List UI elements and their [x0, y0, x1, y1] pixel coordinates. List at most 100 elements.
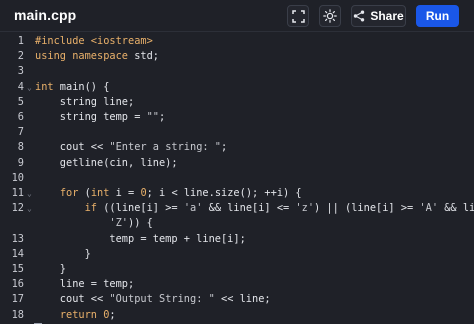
fullscreen-icon	[291, 9, 305, 23]
code-line[interactable]: 2 using namespace std;	[0, 49, 474, 64]
code-line[interactable]: 12 ⌄ if ((line[i] >= 'a' && line[i] <= 'z…	[0, 201, 474, 216]
code-token: ""	[146, 111, 159, 123]
code-token: if	[84, 202, 98, 215]
code-text: getline(cin, line);	[35, 156, 178, 171]
code-token: && line[i] <=	[202, 202, 296, 215]
code-editor[interactable]: 1 #include <iostream> 2 using namespace std…	[0, 33, 474, 324]
code-token: (	[78, 187, 91, 199]
code-line[interactable]: 9 getline(cin, line);	[0, 156, 474, 171]
code-token: ) || (line[i] >=	[314, 202, 420, 215]
code-text: line = temp;	[35, 277, 134, 292]
code-line[interactable]: 11 ⌄ for (int i = 0; i < line.size(); ++i…	[0, 186, 474, 201]
code-line[interactable]: 10	[0, 171, 474, 186]
fold-chevron-icon[interactable]: ⌄	[27, 186, 35, 201]
code-line[interactable]: 'Z')) {	[0, 216, 474, 231]
fold-chevron-icon[interactable]: ⌄	[27, 201, 35, 216]
code-text: cout << "Output String: " << line;	[35, 292, 271, 307]
code-token: "Output String: "	[109, 293, 215, 306]
code-text: string line;	[35, 95, 134, 110]
code-text: for (int i = 0; i < line.size(); ++i) {	[35, 186, 302, 201]
code-token: cout <<	[35, 141, 110, 154]
code-token: << line;	[214, 293, 271, 306]
line-number: 13	[11, 232, 24, 245]
code-text: cout << "Enter a string: ";	[35, 140, 227, 155]
code-token: temp = temp + line[i];	[35, 232, 246, 245]
line-number: 15	[11, 263, 24, 275]
code-line[interactable]: 15 }	[0, 262, 474, 277]
code-line[interactable]: 3	[0, 64, 474, 79]
fold-chevron-icon[interactable]: ⌄	[27, 80, 35, 95]
code-token: int	[35, 80, 54, 93]
code-token: main() {	[53, 80, 110, 93]
code-text: if ((line[i] >= 'a' && line[i] <= 'z') |…	[35, 201, 474, 216]
code-token: 'Z'	[109, 217, 129, 230]
code-line[interactable]: 16 line = temp;	[0, 277, 474, 292]
theme-toggle-button[interactable]	[319, 5, 341, 27]
code-token: <iostream>	[90, 35, 153, 47]
share-label: Share	[370, 9, 404, 23]
code-text: #include <iostream>	[35, 34, 153, 49]
line-number: 11	[11, 187, 24, 199]
code-text: using namespace std;	[35, 49, 159, 64]
code-line[interactable]: 6 string temp = "";	[0, 110, 474, 125]
line-number: 17	[11, 293, 24, 306]
line-number: 18	[11, 308, 24, 321]
code-token: && line[i] <=	[444, 202, 474, 215]
line-number: 4	[17, 80, 24, 93]
code-line[interactable]: 7	[0, 125, 474, 140]
line-number: 6	[17, 111, 24, 123]
code-line[interactable]: 8 cout << "Enter a string: ";	[0, 140, 474, 155]
line-number: 5	[17, 95, 24, 108]
share-icon	[354, 10, 365, 22]
line-number: 1	[17, 35, 24, 47]
code-line[interactable]: 4 ⌄ int main() {	[0, 80, 474, 95]
fullscreen-button[interactable]	[287, 5, 309, 27]
code-token: line = temp;	[35, 278, 135, 291]
code-line[interactable]: 14 }	[0, 247, 474, 262]
code-token: getline(cin, line);	[35, 156, 178, 169]
line-number: 8	[17, 141, 24, 154]
code-token: ((line[i] >=	[97, 202, 184, 215]
line-number: 16	[11, 278, 24, 291]
code-line[interactable]: 13 temp = temp + line[i];	[0, 232, 474, 247]
code-token: std;	[128, 50, 159, 63]
file-name-title: main.cpp	[14, 7, 77, 23]
code-text: temp = temp + line[i];	[35, 232, 246, 247]
theme-toggle-icon	[323, 9, 337, 23]
code-token: return	[59, 308, 98, 321]
code-token: i =	[109, 187, 141, 199]
code-token: )) {	[128, 217, 153, 230]
code-token: for	[59, 187, 79, 199]
code-token: int	[90, 187, 110, 199]
code-token: string temp =	[35, 111, 147, 123]
line-number: 3	[17, 65, 24, 78]
code-token: 'A'	[419, 202, 439, 215]
code-text: return 0;	[35, 308, 116, 323]
code-text: 'Z')) {	[35, 216, 153, 231]
line-number: 10	[11, 171, 24, 184]
line-number: 9	[17, 156, 24, 169]
editor-header: main.cpp Share Run	[0, 0, 474, 32]
code-line[interactable]: 18 return 0;	[0, 308, 474, 323]
code-token: 'a'	[183, 202, 203, 215]
line-number: 2	[17, 50, 24, 63]
code-token: ;	[221, 141, 228, 154]
code-text: int main() {	[35, 80, 109, 95]
run-button[interactable]: Run	[416, 5, 459, 27]
share-button[interactable]: Share	[351, 5, 406, 27]
code-token: string line;	[35, 95, 135, 108]
code-line[interactable]: 5 string line;	[0, 95, 474, 110]
code-line[interactable]: 1 #include <iostream>	[0, 34, 474, 49]
code-token: cout <<	[35, 293, 110, 306]
code-token: 'z'	[295, 202, 315, 215]
code-token: ;	[109, 308, 116, 321]
code-token: ;	[159, 111, 166, 123]
code-line[interactable]: 17 cout << "Output String: " << line;	[0, 292, 474, 307]
code-text: }	[35, 247, 91, 262]
line-number: 14	[11, 247, 24, 260]
line-number: 7	[17, 126, 24, 139]
